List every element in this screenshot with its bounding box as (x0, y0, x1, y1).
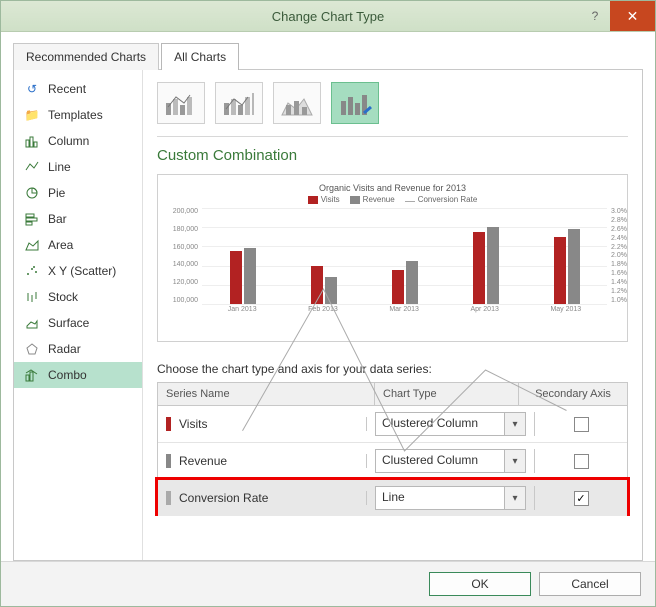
recent-icon: ↺ (24, 81, 40, 97)
preview-line (202, 208, 607, 560)
help-button[interactable]: ? (580, 1, 610, 31)
dialog-footer: OK Cancel (1, 561, 655, 606)
sidebar-item-bar[interactable]: Bar (14, 206, 142, 232)
sidebar-item-stock[interactable]: Stock (14, 284, 142, 310)
sidebar-item-templates[interactable]: 📁Templates (14, 102, 142, 128)
tab-recommended-charts[interactable]: Recommended Charts (13, 43, 159, 70)
sidebar-item-surface[interactable]: Surface (14, 310, 142, 336)
sidebar-item-recent[interactable]: ↺Recent (14, 76, 142, 102)
sidebar-item-pie[interactable]: Pie (14, 180, 142, 206)
subtype-heading: Custom Combination (157, 147, 628, 164)
sidebar-item-column[interactable]: Column (14, 128, 142, 154)
sidebar-item-combo[interactable]: Combo (14, 362, 142, 388)
surface-icon (24, 315, 40, 331)
combo-subtype-1[interactable] (157, 82, 205, 124)
series-swatch (166, 417, 171, 431)
close-button[interactable]: ✕ (610, 1, 655, 31)
column-icon (24, 133, 40, 149)
chart-category-sidebar: ↺Recent 📁Templates Column Line Pie Bar A… (14, 70, 143, 560)
scatter-icon (24, 263, 40, 279)
sidebar-item-line[interactable]: Line (14, 154, 142, 180)
titlebar: Change Chart Type ? ✕ (1, 1, 655, 32)
cancel-button[interactable]: Cancel (539, 572, 641, 596)
bar-icon (24, 211, 40, 227)
preview-legend: Visits Revenue Conversion Rate (168, 195, 617, 204)
sidebar-item-radar[interactable]: Radar (14, 336, 142, 362)
tab-all-charts[interactable]: All Charts (161, 43, 239, 70)
pie-icon (24, 185, 40, 201)
ok-button[interactable]: OK (429, 572, 531, 596)
series-swatch (166, 454, 171, 468)
combo-subtype-3[interactable] (273, 82, 321, 124)
chart-preview: Organic Visits and Revenue for 2013 Visi… (157, 174, 628, 342)
radar-icon (24, 341, 40, 357)
preview-title: Organic Visits and Revenue for 2013 (168, 183, 617, 193)
dialog-title: Change Chart Type (1, 9, 655, 24)
sidebar-item-scatter[interactable]: X Y (Scatter) (14, 258, 142, 284)
tab-strip: Recommended Charts All Charts (13, 42, 643, 69)
preview-y2-axis: 3.0%2.8%2.6%2.4%2.2%2.0%1.8%1.6%1.4%1.2%… (611, 208, 633, 304)
combo-subtype-row (157, 82, 628, 124)
area-icon (24, 237, 40, 253)
combo-subtype-custom[interactable] (331, 82, 379, 124)
change-chart-type-dialog: Change Chart Type ? ✕ Recommended Charts… (0, 0, 656, 607)
preview-y-axis: 200,000180,000160,000140,000120,000100,0… (168, 208, 198, 304)
combo-icon (24, 367, 40, 383)
stock-icon (24, 289, 40, 305)
line-icon (24, 159, 40, 175)
series-swatch (166, 491, 171, 505)
combo-subtype-2[interactable] (215, 82, 263, 124)
sidebar-item-area[interactable]: Area (14, 232, 142, 258)
templates-icon: 📁 (24, 107, 40, 123)
